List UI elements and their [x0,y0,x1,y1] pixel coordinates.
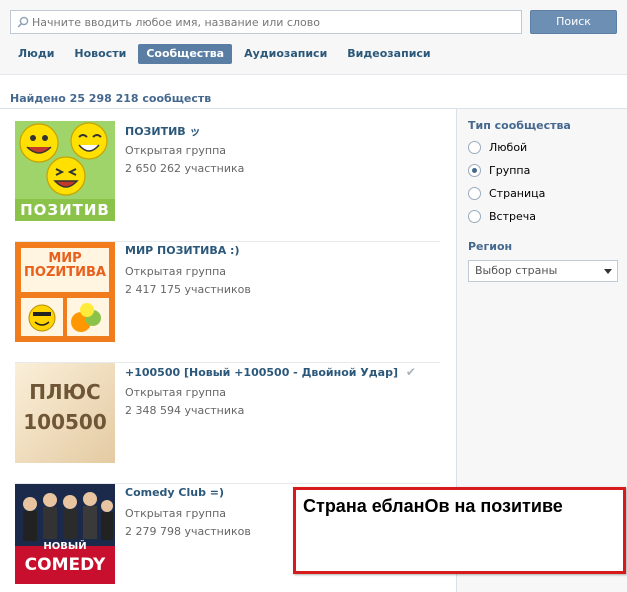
member-count: 2 650 262 участника [125,162,245,175]
member-count: 2 348 594 участника [125,404,245,417]
country-select[interactable]: Выбор страны [468,260,618,282]
group-name-link[interactable]: +100500 [Новый +100500 - Двойной Удар] ✔ [125,365,416,379]
group-name-link[interactable]: Comedy Club =) [125,486,224,499]
chevron-down-icon [604,269,612,274]
group-type: Открытая группа [125,507,227,520]
tab-people[interactable]: Люди [10,44,62,64]
search-button[interactable]: Поиск [530,10,617,34]
avatar-caption: ПОЗИТИВ [20,201,110,219]
group-avatar[interactable]: ПОЗИТИВ [15,121,115,221]
group-type: Открытая группа [125,144,227,157]
tab-news[interactable]: Новости [66,44,134,64]
radio-page[interactable]: Страница [468,185,545,201]
radio-button[interactable] [468,140,481,154]
group-avatar[interactable]: НОВЫЙ COMEDY [15,484,115,584]
group-name-link[interactable]: МИР ПОЗИТИВА :) [125,244,240,257]
list-item: ПОЗИТИВ ПОЗИТИВ ッ Открытая группа 2 650 … [15,121,440,242]
radio-event[interactable]: Встреча [468,208,536,224]
radio-label: Любой [489,140,528,154]
radio-label: Встреча [489,209,536,223]
select-value: Выбор страны [475,264,558,277]
list-item: ПЛЮС 100500 +100500 [Новый +100500 - Дво… [15,363,440,484]
tab-video[interactable]: Видеозаписи [339,44,438,64]
radio-label: Страница [489,186,546,200]
group-avatar[interactable]: ПЛЮС 100500 [15,363,115,463]
search-input[interactable] [32,13,517,31]
avatar-caption: ПЛЮС 100500 [23,380,107,434]
member-count: 2 417 175 участников [125,283,251,296]
search-icon [17,16,29,28]
results-summary: Найдено 25 298 218 сообществ [10,92,212,105]
verified-check-icon: ✔ [405,365,416,379]
region-title: Регион [468,240,513,253]
search-box[interactable] [10,10,522,34]
radio-group[interactable]: Группа [468,162,530,178]
group-type: Открытая группа [125,386,227,399]
avatar-caption: НОВЫЙ COMEDY [24,541,106,575]
community-type-title: Тип сообщества [468,119,571,132]
top-bar: Поиск Люди Новости Сообщества Аудиозапис… [0,0,627,75]
group-type: Открытая группа [125,265,227,278]
radio-button[interactable] [468,186,481,200]
tab-audio[interactable]: Аудиозаписи [236,44,335,64]
radio-button[interactable] [468,163,481,177]
member-count: 2 279 798 участников [125,525,251,538]
radio-any[interactable]: Любой [468,139,527,155]
group-avatar[interactable]: МИР ПОZИТИВА [15,242,115,342]
list-item: МИР ПОZИТИВА МИР ПОЗИТИВА :) Открытая гр… [15,242,440,363]
group-name-link[interactable]: ПОЗИТИВ ッ [125,123,201,139]
annotation-box: Страна ебланОв на позитиве [293,487,626,574]
radio-button[interactable] [468,209,481,223]
search-tabs: Люди Новости Сообщества Аудиозаписи Виде… [10,44,443,64]
annotation-text: Страна ебланОв на позитиве [303,496,563,516]
avatar-caption: МИР ПОZИТИВА [24,251,106,280]
radio-label: Группа [489,163,531,177]
tab-communities[interactable]: Сообщества [138,44,233,64]
